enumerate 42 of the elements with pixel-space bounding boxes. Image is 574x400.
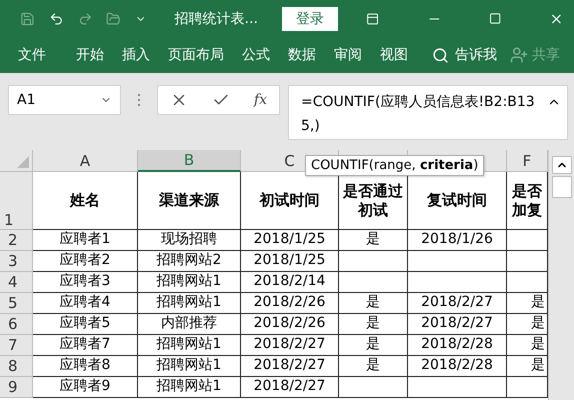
- table-cell: 应聘者2: [33, 251, 138, 272]
- table-cell: 应聘者4: [33, 293, 138, 314]
- table-cell: 2018/2/27: [241, 377, 339, 398]
- table-cell: 2018/2/28: [408, 356, 507, 377]
- table-cell: 内部推荐: [138, 314, 241, 335]
- header-cell: 渠道来源: [138, 172, 241, 230]
- table-cell: 2018/1/25: [241, 251, 339, 272]
- header-cell: 姓名: [33, 172, 138, 230]
- window-title: 招聘统计表...: [174, 10, 258, 28]
- table-cell: 2018/2/27: [408, 293, 507, 314]
- table-cell: 招聘网站1: [138, 293, 241, 314]
- table-cell: 是: [339, 314, 408, 335]
- table-cell: 应聘者1: [33, 230, 138, 251]
- column-letter: A: [80, 152, 90, 170]
- table-cell: 应聘者9: [33, 377, 138, 398]
- table-cell: 是: [339, 335, 408, 356]
- column-letter: B: [184, 151, 194, 169]
- table-cell: 2018/2/28: [408, 335, 507, 356]
- table-cell: 应聘者3: [33, 272, 138, 293]
- table-cell: 是: [339, 356, 408, 377]
- table-cell: 现场招聘: [138, 230, 241, 251]
- table-cell: 2018/1/25: [241, 230, 339, 251]
- table-cell: 是: [339, 230, 408, 251]
- function-tooltip: COUNTIF(range, criteria): [305, 155, 484, 176]
- table-cell: 应聘者5: [33, 314, 138, 335]
- column-letter: C: [284, 152, 295, 170]
- table-cell: 2018/2/26: [241, 293, 339, 314]
- table-cell: 招聘网站2: [138, 251, 241, 272]
- table-cell: 招聘网站1: [138, 356, 241, 377]
- table-cell: 应聘者8: [33, 356, 138, 377]
- column-letter: F: [522, 152, 532, 170]
- table-cell: 2018/1/26: [408, 230, 507, 251]
- table-cell: 2018/2/27: [241, 356, 339, 377]
- table-cell: 应聘者7: [33, 335, 138, 356]
- table-cell: 2018/2/14: [241, 272, 339, 293]
- table-cell: 招聘网站1: [138, 335, 241, 356]
- table-cell: 招聘网站1: [138, 272, 241, 293]
- table-cell: 2018/2/27: [241, 335, 339, 356]
- table-cell: 2018/2/27: [408, 314, 507, 335]
- table-cell: 2018/2/26: [241, 314, 339, 335]
- table-cell: 是: [339, 293, 408, 314]
- table-cell: 招聘网站1: [138, 377, 241, 398]
